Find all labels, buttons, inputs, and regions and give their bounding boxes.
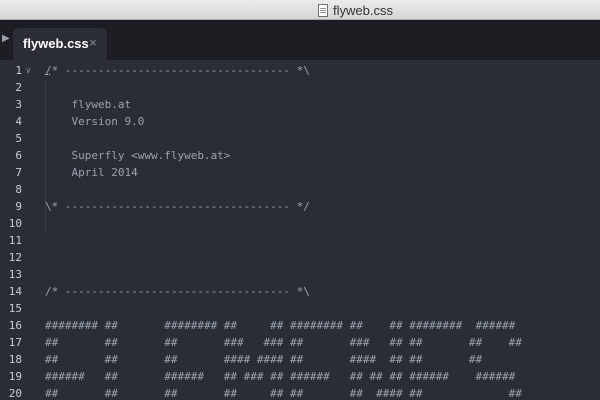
line-number: 3	[15, 98, 22, 111]
tab-bar: ▶ flyweb.css ×	[0, 20, 600, 60]
line-number: 5	[15, 132, 22, 145]
line-number: 13	[8, 268, 22, 281]
tab-close-icon[interactable]: ×	[86, 35, 100, 51]
line-number: 15	[8, 302, 22, 315]
line-number: 9	[15, 200, 22, 213]
line-number: 20	[8, 387, 22, 400]
fold-chevron-icon[interactable]: ∨	[25, 65, 35, 75]
tab-label: flyweb.css	[23, 36, 89, 51]
line-number: 11	[8, 234, 22, 247]
window-title: flyweb.css	[318, 2, 393, 18]
line-number: 2	[15, 81, 22, 94]
document-icon	[318, 3, 328, 17]
line-number: 8	[15, 183, 22, 196]
code-line: /* ---------------------------------- *\	[45, 64, 310, 77]
line-number: 6	[15, 149, 22, 162]
code-line: ######## ## ######## ## ## ######## ## #…	[45, 319, 516, 332]
line-number: 1	[15, 64, 22, 77]
line-number-gutter: 1 ∨ 2 3 4 5 6 7 8 9 10 11 12 13 14 15 16 17 18 19 20	[0, 60, 40, 400]
window-title-text: flyweb.css	[333, 2, 393, 18]
code-line: flyweb.at	[45, 98, 132, 111]
code-line: \* ---------------------------------- */	[45, 200, 310, 213]
code-line: Version 9.0	[45, 115, 145, 128]
line-number: 12	[8, 251, 22, 264]
line-number: 19	[8, 370, 22, 383]
line-number: 14	[8, 285, 22, 298]
code-line: Superfly <www.flyweb.at>	[45, 149, 231, 162]
code-line: ###### ## ###### ## ### ## ###### ## ## …	[45, 370, 516, 383]
code-line: ## ## ## ### ### ## ### ## ## ## ##	[45, 336, 522, 349]
code-line: April 2014	[45, 166, 138, 179]
code-line: /* ---------------------------------- *\	[45, 285, 310, 298]
tab-flyweb-css[interactable]: flyweb.css ×	[13, 28, 107, 60]
line-number: 4	[15, 115, 22, 128]
code-content[interactable]: /* ---------------------------------- *\…	[45, 60, 600, 400]
line-number: 18	[8, 353, 22, 366]
line-number: 17	[8, 336, 22, 349]
code-editor[interactable]: 1 ∨ 2 3 4 5 6 7 8 9 10 11 12 13 14 15 16 17 18 19 20 /* ----…	[0, 60, 600, 400]
code-line: ## ## ## #### #### ## #### ## ## ##	[45, 353, 483, 366]
line-number: 16	[8, 319, 22, 332]
line-number: 10	[8, 217, 22, 230]
code-line: ## ## ## ## ## ## ## #### ## ##	[45, 387, 522, 400]
line-number: 7	[15, 166, 22, 179]
window-titlebar: flyweb.css	[0, 0, 600, 20]
